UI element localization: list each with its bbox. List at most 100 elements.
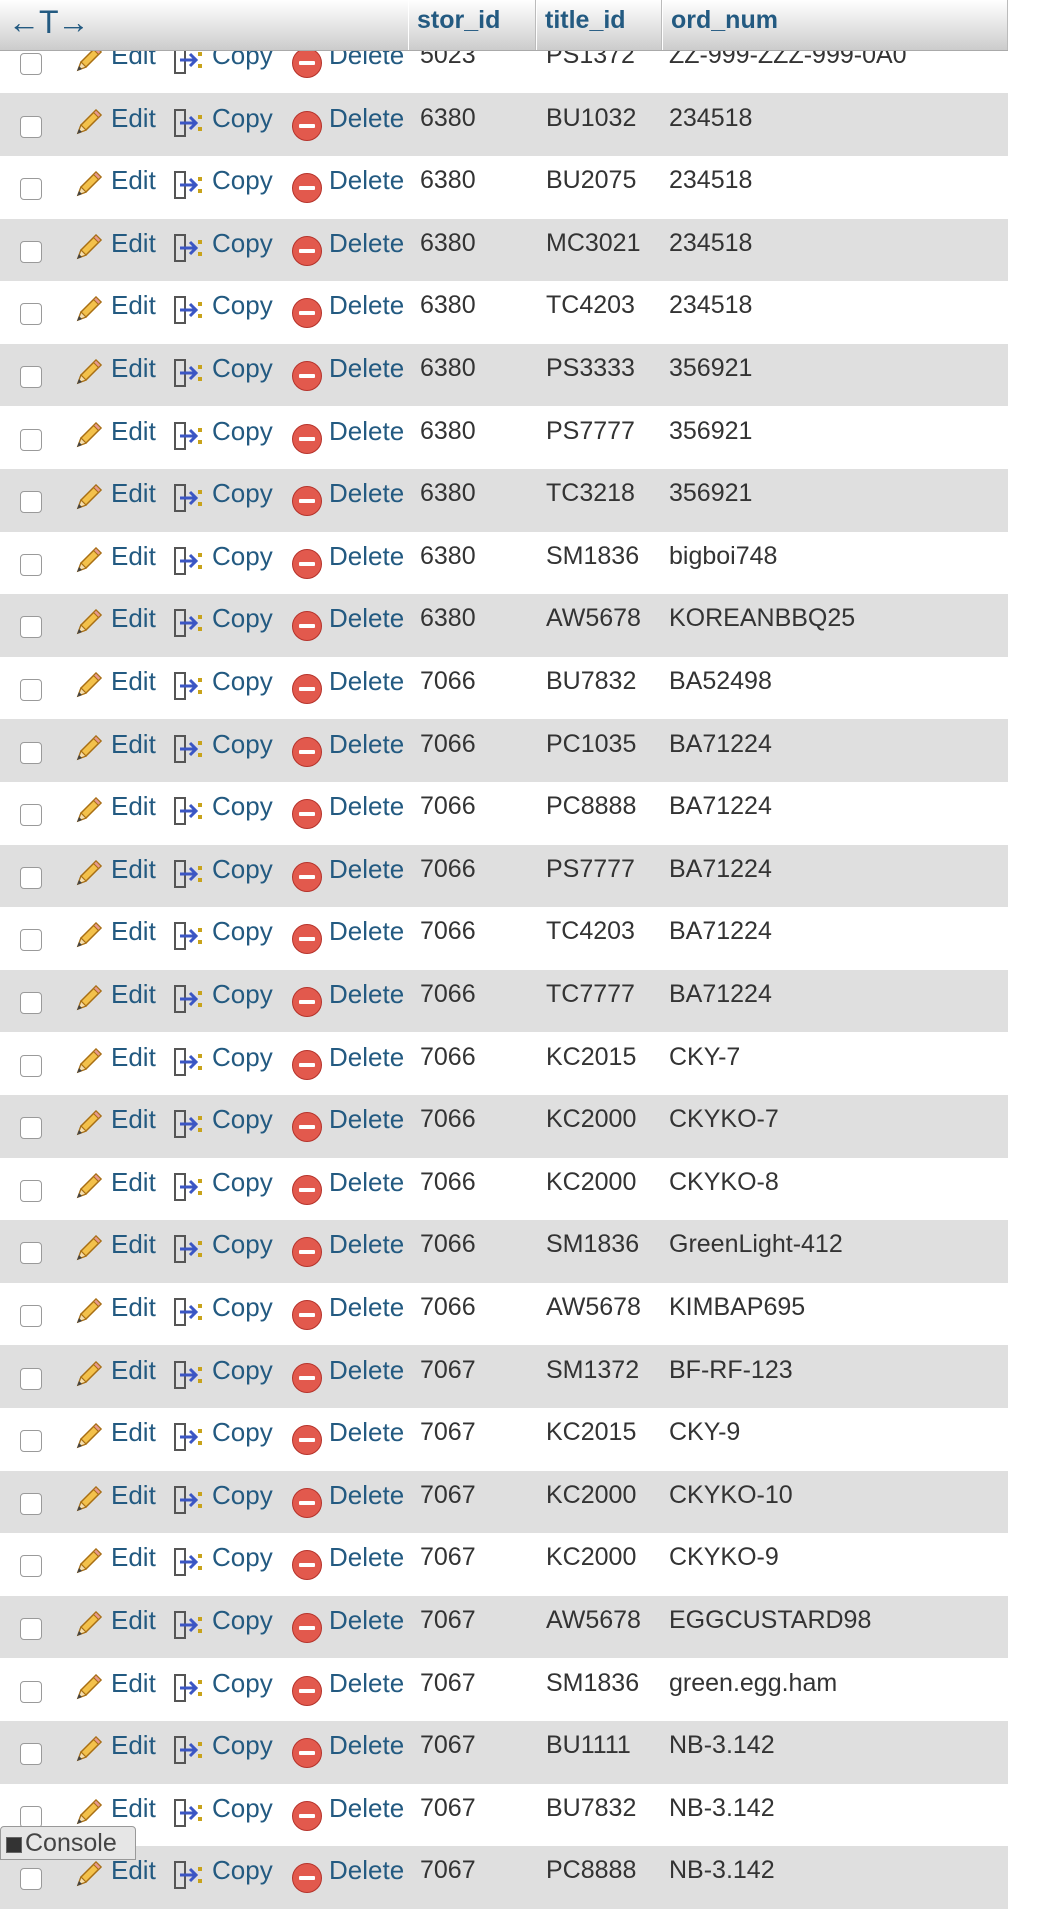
pencil-icon[interactable] <box>72 983 104 1015</box>
copy-icon[interactable] <box>172 1233 206 1265</box>
copy-link[interactable]: Copy <box>212 979 273 1010</box>
copy-link[interactable]: Copy <box>212 1855 273 1886</box>
console-label[interactable]: Console <box>25 1829 117 1858</box>
pencil-icon[interactable] <box>72 1171 104 1203</box>
edit-link[interactable]: Edit <box>111 1480 156 1511</box>
pencil-icon[interactable] <box>72 420 104 452</box>
row-checkbox[interactable] <box>20 303 42 326</box>
edit-link[interactable]: Edit <box>111 416 156 447</box>
pencil-icon[interactable] <box>72 482 104 514</box>
copy-link[interactable]: Copy <box>212 103 273 134</box>
delete-icon[interactable] <box>292 548 322 579</box>
pencil-icon[interactable] <box>72 1108 104 1140</box>
copy-link[interactable]: Copy <box>212 1229 273 1260</box>
console-button[interactable]: Console <box>0 1826 136 1860</box>
copy-icon[interactable] <box>172 1296 206 1328</box>
delete-link[interactable]: Delete <box>329 541 404 572</box>
copy-link[interactable]: Copy <box>212 791 273 822</box>
copy-link[interactable]: Copy <box>212 416 273 447</box>
copy-link[interactable]: Copy <box>212 1480 273 1511</box>
delete-icon[interactable] <box>292 861 322 892</box>
row-checkbox[interactable] <box>20 741 42 764</box>
copy-link[interactable]: Copy <box>212 1417 273 1448</box>
delete-icon[interactable] <box>292 1049 322 1080</box>
delete-link[interactable]: Delete <box>329 916 404 947</box>
edit-link[interactable]: Edit <box>111 1730 156 1761</box>
row-checkbox[interactable] <box>20 53 42 76</box>
copy-icon[interactable] <box>172 920 206 952</box>
delete-icon[interactable] <box>292 235 322 266</box>
edit-link[interactable]: Edit <box>111 353 156 384</box>
edit-link[interactable]: Edit <box>111 854 156 885</box>
edit-link[interactable]: Edit <box>111 1229 156 1260</box>
delete-link[interactable]: Delete <box>329 1480 404 1511</box>
copy-icon[interactable] <box>172 420 206 452</box>
delete-icon[interactable] <box>292 1487 322 1518</box>
copy-link[interactable]: Copy <box>212 916 273 947</box>
delete-link[interactable]: Delete <box>329 1355 404 1386</box>
delete-link[interactable]: Delete <box>329 290 404 321</box>
pencil-icon[interactable] <box>72 795 104 827</box>
edit-link[interactable]: Edit <box>111 1417 156 1448</box>
pencil-icon[interactable] <box>72 858 104 890</box>
column-header-label[interactable]: ord_num <box>671 6 778 35</box>
delete-link[interactable]: Delete <box>329 228 404 259</box>
row-checkbox[interactable] <box>20 240 42 263</box>
row-checkbox[interactable] <box>20 491 42 514</box>
copy-icon[interactable] <box>172 1359 206 1391</box>
copy-icon[interactable] <box>172 733 206 765</box>
copy-icon[interactable] <box>172 545 206 577</box>
copy-icon[interactable] <box>172 1546 206 1578</box>
copy-icon[interactable] <box>172 294 206 326</box>
pencil-icon[interactable] <box>72 670 104 702</box>
copy-link[interactable]: Copy <box>212 1542 273 1573</box>
delete-icon[interactable] <box>292 1863 322 1894</box>
edit-link[interactable]: Edit <box>111 1104 156 1135</box>
delete-link[interactable]: Delete <box>329 666 404 697</box>
copy-link[interactable]: Copy <box>212 1730 273 1761</box>
column-header-ord-num[interactable]: ord_num <box>662 0 1008 50</box>
copy-link[interactable]: Copy <box>212 353 273 384</box>
pencil-icon[interactable] <box>72 232 104 264</box>
copy-icon[interactable] <box>172 795 206 827</box>
delete-icon[interactable] <box>292 1550 322 1581</box>
row-checkbox[interactable] <box>20 1179 42 1202</box>
edit-link[interactable]: Edit <box>111 729 156 760</box>
copy-icon[interactable] <box>172 357 206 389</box>
pencil-icon[interactable] <box>72 545 104 577</box>
copy-link[interactable]: Copy <box>212 165 273 196</box>
edit-link[interactable]: Edit <box>111 666 156 697</box>
copy-link[interactable]: Copy <box>212 729 273 760</box>
copy-icon[interactable] <box>172 232 206 264</box>
copy-icon[interactable] <box>172 1734 206 1766</box>
edit-link[interactable]: Edit <box>111 916 156 947</box>
delete-link[interactable]: Delete <box>329 416 404 447</box>
copy-link[interactable]: Copy <box>212 1167 273 1198</box>
copy-icon[interactable] <box>172 670 206 702</box>
edit-link[interactable]: Edit <box>111 1167 156 1198</box>
pencil-icon[interactable] <box>72 1672 104 1704</box>
row-checkbox[interactable] <box>20 1805 42 1828</box>
copy-link[interactable]: Copy <box>212 228 273 259</box>
edit-link[interactable]: Edit <box>111 478 156 509</box>
copy-icon[interactable] <box>172 1421 206 1453</box>
edit-link[interactable]: Edit <box>111 603 156 634</box>
edit-link[interactable]: Edit <box>111 228 156 259</box>
column-arrows-toggle[interactable]: ←T→ <box>8 2 90 42</box>
copy-link[interactable]: Copy <box>212 1104 273 1135</box>
row-checkbox[interactable] <box>20 1367 42 1390</box>
delete-icon[interactable] <box>292 1174 322 1205</box>
delete-icon[interactable] <box>292 1237 322 1268</box>
delete-icon[interactable] <box>292 674 322 705</box>
delete-icon[interactable] <box>292 48 322 79</box>
column-header-stor-id[interactable]: stor_id <box>408 0 536 50</box>
delete-icon[interactable] <box>292 361 322 392</box>
delete-link[interactable]: Delete <box>329 1292 404 1323</box>
copy-link[interactable]: Copy <box>212 1668 273 1699</box>
pencil-icon[interactable] <box>72 1546 104 1578</box>
row-checkbox[interactable] <box>20 1680 42 1703</box>
row-checkbox[interactable] <box>20 992 42 1015</box>
delete-icon[interactable] <box>292 987 322 1018</box>
delete-icon[interactable] <box>292 173 322 204</box>
edit-link[interactable]: Edit <box>111 1042 156 1073</box>
